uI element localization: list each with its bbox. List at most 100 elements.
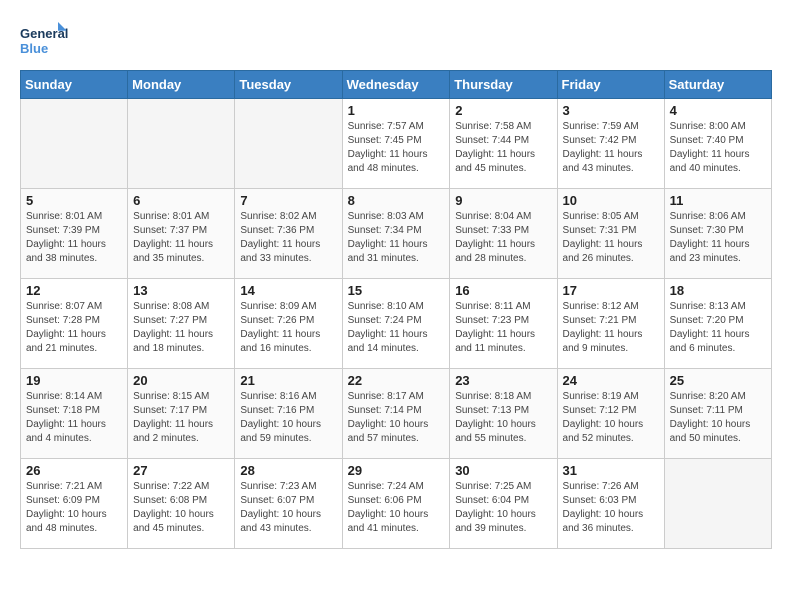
weekday-header-row: SundayMondayTuesdayWednesdayThursdayFrid… [21,71,772,99]
calendar-cell: 31 Sunrise: 7:26 AM Sunset: 6:03 PM Dayli… [557,459,664,549]
day-info: Sunrise: 8:11 AM Sunset: 7:23 PM Dayligh… [455,300,551,356]
day-number: 4 [670,103,766,118]
calendar-cell: 10 Sunrise: 8:05 AM Sunset: 7:31 PM Dayli… [557,189,664,279]
day-number: 18 [670,283,766,298]
day-info: Sunrise: 8:08 AM Sunset: 7:27 PM Dayligh… [133,300,229,356]
day-info: Sunrise: 7:25 AM Sunset: 6:04 PM Dayligh… [455,480,551,536]
day-number: 29 [348,463,445,478]
day-info: Sunrise: 8:13 AM Sunset: 7:20 PM Dayligh… [670,300,766,356]
day-number: 24 [563,373,659,388]
day-info: Sunrise: 8:07 AM Sunset: 7:28 PM Dayligh… [26,300,122,356]
day-number: 1 [348,103,445,118]
weekday-header-thursday: Thursday [450,71,557,99]
calendar-cell: 16 Sunrise: 8:11 AM Sunset: 7:23 PM Dayli… [450,279,557,369]
day-info: Sunrise: 7:59 AM Sunset: 7:42 PM Dayligh… [563,120,659,176]
day-number: 11 [670,193,766,208]
day-info: Sunrise: 7:22 AM Sunset: 6:08 PM Dayligh… [133,480,229,536]
day-number: 13 [133,283,229,298]
calendar-cell: 3 Sunrise: 7:59 AM Sunset: 7:42 PM Daylig… [557,99,664,189]
calendar-cell: 25 Sunrise: 8:20 AM Sunset: 7:11 PM Dayli… [664,369,771,459]
day-info: Sunrise: 8:09 AM Sunset: 7:26 PM Dayligh… [240,300,336,356]
day-info: Sunrise: 8:01 AM Sunset: 7:37 PM Dayligh… [133,210,229,266]
logo: General Blue [20,20,70,60]
day-info: Sunrise: 7:24 AM Sunset: 6:06 PM Dayligh… [348,480,445,536]
day-info: Sunrise: 8:04 AM Sunset: 7:33 PM Dayligh… [455,210,551,266]
day-info: Sunrise: 8:05 AM Sunset: 7:31 PM Dayligh… [563,210,659,266]
calendar-cell [128,99,235,189]
calendar-cell: 28Sunrise: 7:23 AM Sunset: 6:07 PM Dayli… [235,459,342,549]
day-number: 20 [133,373,229,388]
day-info: Sunrise: 8:03 AM Sunset: 7:34 PM Dayligh… [348,210,445,266]
day-number: 23 [455,373,551,388]
day-number: 25 [670,373,766,388]
day-info: Sunrise: 8:12 AM Sunset: 7:21 PM Dayligh… [563,300,659,356]
day-info: Sunrise: 8:18 AM Sunset: 7:13 PM Dayligh… [455,390,551,446]
day-info: Sunrise: 7:26 AM Sunset: 6:03 PM Dayligh… [563,480,659,536]
day-number: 2 [455,103,551,118]
calendar-cell: 13 Sunrise: 8:08 AM Sunset: 7:27 PM Dayli… [128,279,235,369]
calendar-cell: 1 Sunrise: 7:57 AM Sunset: 7:45 PM Daylig… [342,99,450,189]
day-number: 6 [133,193,229,208]
calendar-week-3: 19 Sunrise: 8:14 AM Sunset: 7:18 PM Dayli… [21,369,772,459]
calendar-table: SundayMondayTuesdayWednesdayThursdayFrid… [20,70,772,549]
day-number: 21 [240,373,336,388]
calendar-cell [664,459,771,549]
day-info: Sunrise: 8:02 AM Sunset: 7:36 PM Dayligh… [240,210,336,266]
calendar-cell: 4 Sunrise: 8:00 AM Sunset: 7:40 PM Daylig… [664,99,771,189]
day-info: Sunrise: 8:16 AM Sunset: 7:16 PM Dayligh… [240,390,336,446]
calendar-cell: 30 Sunrise: 7:25 AM Sunset: 6:04 PM Dayli… [450,459,557,549]
day-number: 8 [348,193,445,208]
day-info: Sunrise: 8:00 AM Sunset: 7:40 PM Dayligh… [670,120,766,176]
calendar-cell [21,99,128,189]
calendar-cell: 12Sunrise: 8:07 AM Sunset: 7:28 PM Dayli… [21,279,128,369]
day-info: Sunrise: 8:14 AM Sunset: 7:18 PM Dayligh… [26,390,122,446]
calendar-cell: 9 Sunrise: 8:04 AM Sunset: 7:33 PM Daylig… [450,189,557,279]
calendar-cell: 15 Sunrise: 8:10 AM Sunset: 7:24 PM Dayli… [342,279,450,369]
calendar-cell: 27 Sunrise: 7:22 AM Sunset: 6:08 PM Dayli… [128,459,235,549]
calendar-cell: 17 Sunrise: 8:12 AM Sunset: 7:21 PM Dayli… [557,279,664,369]
calendar-cell: 23 Sunrise: 8:18 AM Sunset: 7:13 PM Dayli… [450,369,557,459]
calendar-cell: 7 Sunrise: 8:02 AM Sunset: 7:36 PM Daylig… [235,189,342,279]
day-number: 27 [133,463,229,478]
calendar-week-0: 1 Sunrise: 7:57 AM Sunset: 7:45 PM Daylig… [21,99,772,189]
day-number: 31 [563,463,659,478]
day-number: 10 [563,193,659,208]
day-number: 19 [26,373,122,388]
logo-svg: General Blue [20,20,70,60]
day-number: 15 [348,283,445,298]
day-info: Sunrise: 8:10 AM Sunset: 7:24 PM Dayligh… [348,300,445,356]
calendar-cell: 8 Sunrise: 8:03 AM Sunset: 7:34 PM Daylig… [342,189,450,279]
day-number: 9 [455,193,551,208]
day-number: 14 [240,283,336,298]
day-number: 30 [455,463,551,478]
page-header: General Blue [20,20,772,60]
day-info: Sunrise: 7:57 AM Sunset: 7:45 PM Dayligh… [348,120,445,176]
day-number: 5 [26,193,122,208]
calendar-cell: 6 Sunrise: 8:01 AM Sunset: 7:37 PM Daylig… [128,189,235,279]
calendar-cell: 5Sunrise: 8:01 AM Sunset: 7:39 PM Daylig… [21,189,128,279]
calendar-cell: 21 Sunrise: 8:16 AM Sunset: 7:16 PM Dayli… [235,369,342,459]
calendar-cell: 26 Sunrise: 7:21 AM Sunset: 6:09 PM Dayli… [21,459,128,549]
calendar-week-2: 12Sunrise: 8:07 AM Sunset: 7:28 PM Dayli… [21,279,772,369]
day-info: Sunrise: 7:21 AM Sunset: 6:09 PM Dayligh… [26,480,122,536]
day-info: Sunrise: 7:58 AM Sunset: 7:44 PM Dayligh… [455,120,551,176]
day-info: Sunrise: 8:20 AM Sunset: 7:11 PM Dayligh… [670,390,766,446]
day-number: 17 [563,283,659,298]
weekday-header-monday: Monday [128,71,235,99]
day-info: Sunrise: 8:15 AM Sunset: 7:17 PM Dayligh… [133,390,229,446]
weekday-header-tuesday: Tuesday [235,71,342,99]
calendar-cell: 19 Sunrise: 8:14 AM Sunset: 7:18 PM Dayli… [21,369,128,459]
day-number: 3 [563,103,659,118]
calendar-cell: 24 Sunrise: 8:19 AM Sunset: 7:12 PM Dayli… [557,369,664,459]
calendar-cell: 2 Sunrise: 7:58 AM Sunset: 7:44 PM Daylig… [450,99,557,189]
calendar-cell: 18 Sunrise: 8:13 AM Sunset: 7:20 PM Dayli… [664,279,771,369]
weekday-header-saturday: Saturday [664,71,771,99]
day-number: 22 [348,373,445,388]
day-number: 16 [455,283,551,298]
day-number: 26 [26,463,122,478]
day-info: Sunrise: 8:06 AM Sunset: 7:30 PM Dayligh… [670,210,766,266]
day-number: 7 [240,193,336,208]
calendar-cell: 11 Sunrise: 8:06 AM Sunset: 7:30 PM Dayli… [664,189,771,279]
weekday-header-wednesday: Wednesday [342,71,450,99]
day-info: Sunrise: 8:19 AM Sunset: 7:12 PM Dayligh… [563,390,659,446]
